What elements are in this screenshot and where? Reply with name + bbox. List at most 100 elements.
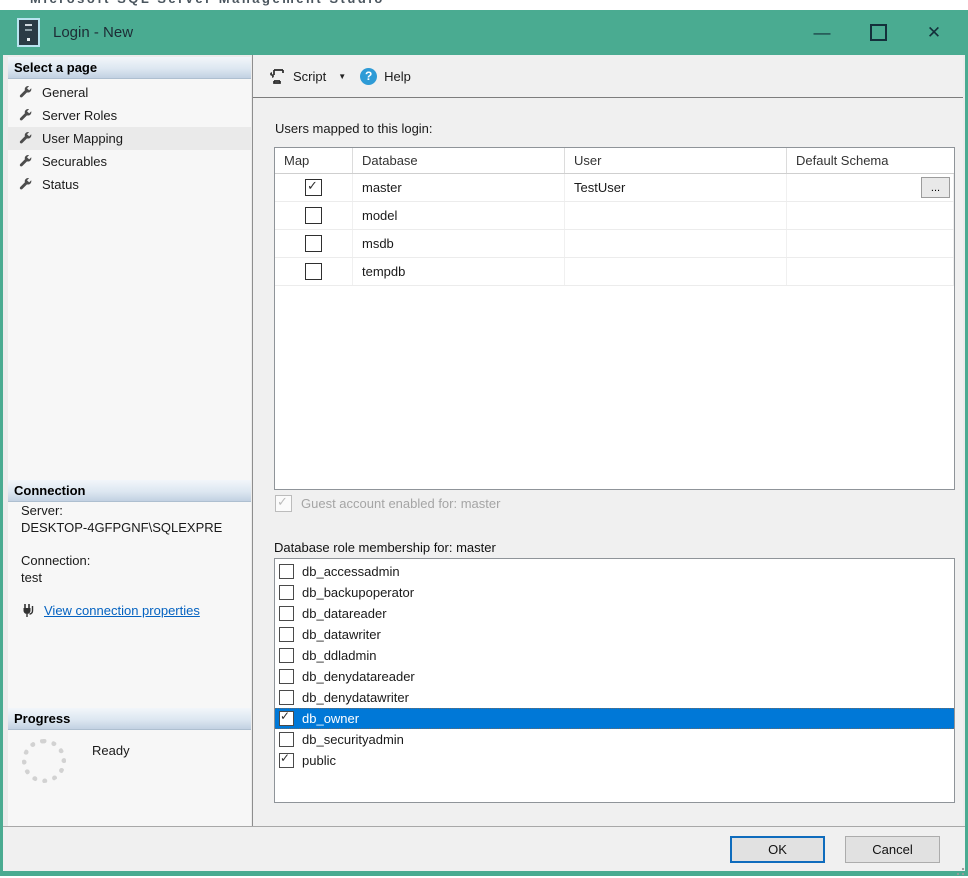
select-a-page-header: Select a page <box>8 57 251 79</box>
minimize-icon: — <box>814 23 831 43</box>
table-row[interactable]: model <box>275 202 954 230</box>
minimize-button[interactable]: — <box>794 10 850 55</box>
role-membership-listbox: db_accessadmin db_backupoperator db_data… <box>274 558 955 803</box>
default-schema-cell[interactable] <box>787 202 954 229</box>
user-cell[interactable]: TestUser <box>565 174 787 201</box>
wrench-icon <box>18 154 33 169</box>
role-list-item[interactable]: db_securityadmin <box>275 729 954 750</box>
role-list-item[interactable]: db_backupoperator <box>275 582 954 603</box>
server-login-icon <box>17 18 40 47</box>
table-row[interactable]: msdb <box>275 230 954 258</box>
default-schema-cell[interactable]: ... <box>787 174 954 201</box>
browse-schema-button[interactable]: ... <box>921 177 950 198</box>
role-checkbox[interactable] <box>279 711 294 726</box>
resize-grip[interactable] <box>955 866 965 876</box>
default-schema-cell[interactable] <box>787 230 954 257</box>
view-connection-properties-link[interactable]: View connection properties <box>44 602 200 619</box>
script-label: Script <box>293 69 326 84</box>
column-header-user: User <box>565 148 787 173</box>
role-checkbox[interactable] <box>279 648 294 663</box>
role-name: db_ddladmin <box>302 648 376 663</box>
help-label: Help <box>384 69 411 84</box>
help-button[interactable]: ? Help <box>360 68 411 85</box>
connection-plug-icon <box>21 603 36 618</box>
background-app-strip: Microsoft SQL Server Management Studio <box>0 0 968 10</box>
table-header-row: Map Database User Default Schema <box>275 148 954 174</box>
role-checkbox[interactable] <box>279 564 294 579</box>
role-list-item[interactable]: db_accessadmin <box>275 561 954 582</box>
titlebar: Login - New — ✕ <box>0 10 968 55</box>
role-name: db_denydatawriter <box>302 690 409 705</box>
background-app-title: Microsoft SQL Server Management Studio <box>30 0 385 6</box>
table-row[interactable]: tempdb <box>275 258 954 286</box>
cancel-button[interactable]: Cancel <box>845 836 940 863</box>
role-name: db_datareader <box>302 606 387 621</box>
sidebar-page-item[interactable]: User Mapping <box>8 127 251 150</box>
database-cell: model <box>353 202 565 229</box>
progress-header: Progress <box>8 708 251 730</box>
role-checkbox[interactable] <box>279 606 294 621</box>
role-checkbox[interactable] <box>279 585 294 600</box>
user-cell[interactable] <box>565 230 787 257</box>
connection-header: Connection <box>8 480 251 502</box>
role-name: db_accessadmin <box>302 564 400 579</box>
role-name: db_owner <box>302 711 359 726</box>
users-mapped-label: Users mapped to this login: <box>275 121 433 136</box>
guest-account-checkbox <box>275 495 292 512</box>
user-cell[interactable] <box>565 258 787 285</box>
close-button[interactable]: ✕ <box>906 10 962 55</box>
wrench-icon <box>18 85 33 100</box>
role-list-item[interactable]: db_owner <box>275 708 954 729</box>
map-checkbox[interactable] <box>305 263 322 280</box>
role-list-item[interactable]: db_ddladmin <box>275 645 954 666</box>
role-list-item[interactable]: db_datawriter <box>275 624 954 645</box>
role-list-item[interactable]: public <box>275 750 954 771</box>
window-title: Login - New <box>53 24 133 41</box>
sidebar-page-label: Server Roles <box>42 108 117 123</box>
role-checkbox[interactable] <box>279 732 294 747</box>
role-checkbox[interactable] <box>279 627 294 642</box>
chevron-down-icon[interactable]: ▼ <box>338 72 346 81</box>
wrench-icon <box>18 177 33 192</box>
role-checkbox[interactable] <box>279 753 294 768</box>
role-name: db_datawriter <box>302 627 381 642</box>
ok-button[interactable]: OK <box>730 836 825 863</box>
sidebar-page-item[interactable]: General <box>8 81 251 104</box>
column-header-default-schema: Default Schema <box>787 148 954 173</box>
map-checkbox[interactable] <box>305 235 322 252</box>
guest-account-row: Guest account enabled for: master <box>275 495 500 512</box>
database-cell: master <box>353 174 565 201</box>
window-controls: — ✕ <box>794 10 962 55</box>
sidebar-page-label: General <box>42 85 88 100</box>
default-schema-cell[interactable] <box>787 258 954 285</box>
role-name: db_denydatareader <box>302 669 415 684</box>
sidebar-page-label: Status <box>42 177 79 192</box>
login-new-dialog: Microsoft SQL Server Management Studio L… <box>0 0 968 878</box>
script-icon <box>269 68 286 85</box>
sidebar-page-item[interactable]: Status <box>8 173 251 196</box>
role-list-item[interactable]: db_denydatareader <box>275 666 954 687</box>
map-checkbox[interactable] <box>305 207 322 224</box>
role-checkbox[interactable] <box>279 690 294 705</box>
progress-status: Ready <box>92 743 130 758</box>
role-checkbox[interactable] <box>279 669 294 684</box>
script-button[interactable]: Script <box>269 68 326 85</box>
column-header-map: Map <box>275 148 353 173</box>
map-checkbox[interactable] <box>305 179 322 196</box>
sidebar-page-item[interactable]: Securables <box>8 150 251 173</box>
user-mapping-table: Map Database User Default Schema master … <box>274 147 955 490</box>
server-label: Server: <box>21 502 249 519</box>
connection-value: test <box>21 569 249 586</box>
table-row[interactable]: master TestUser ... <box>275 174 954 202</box>
progress-panel: Ready <box>22 735 130 783</box>
sidebar-page-item[interactable]: Server Roles <box>8 104 251 127</box>
server-value: DESKTOP-4GFPGNF\SQLEXPRE <box>21 519 249 536</box>
toolbar: Script ▼ ? Help <box>253 55 963 98</box>
user-cell[interactable] <box>565 202 787 229</box>
database-cell: msdb <box>353 230 565 257</box>
maximize-button[interactable] <box>850 10 906 55</box>
table-body: master TestUser ... model msdb tempdb <box>275 174 954 286</box>
role-list-item[interactable]: db_denydatawriter <box>275 687 954 708</box>
role-list-item[interactable]: db_datareader <box>275 603 954 624</box>
sidebar-page-label: Securables <box>42 154 107 169</box>
